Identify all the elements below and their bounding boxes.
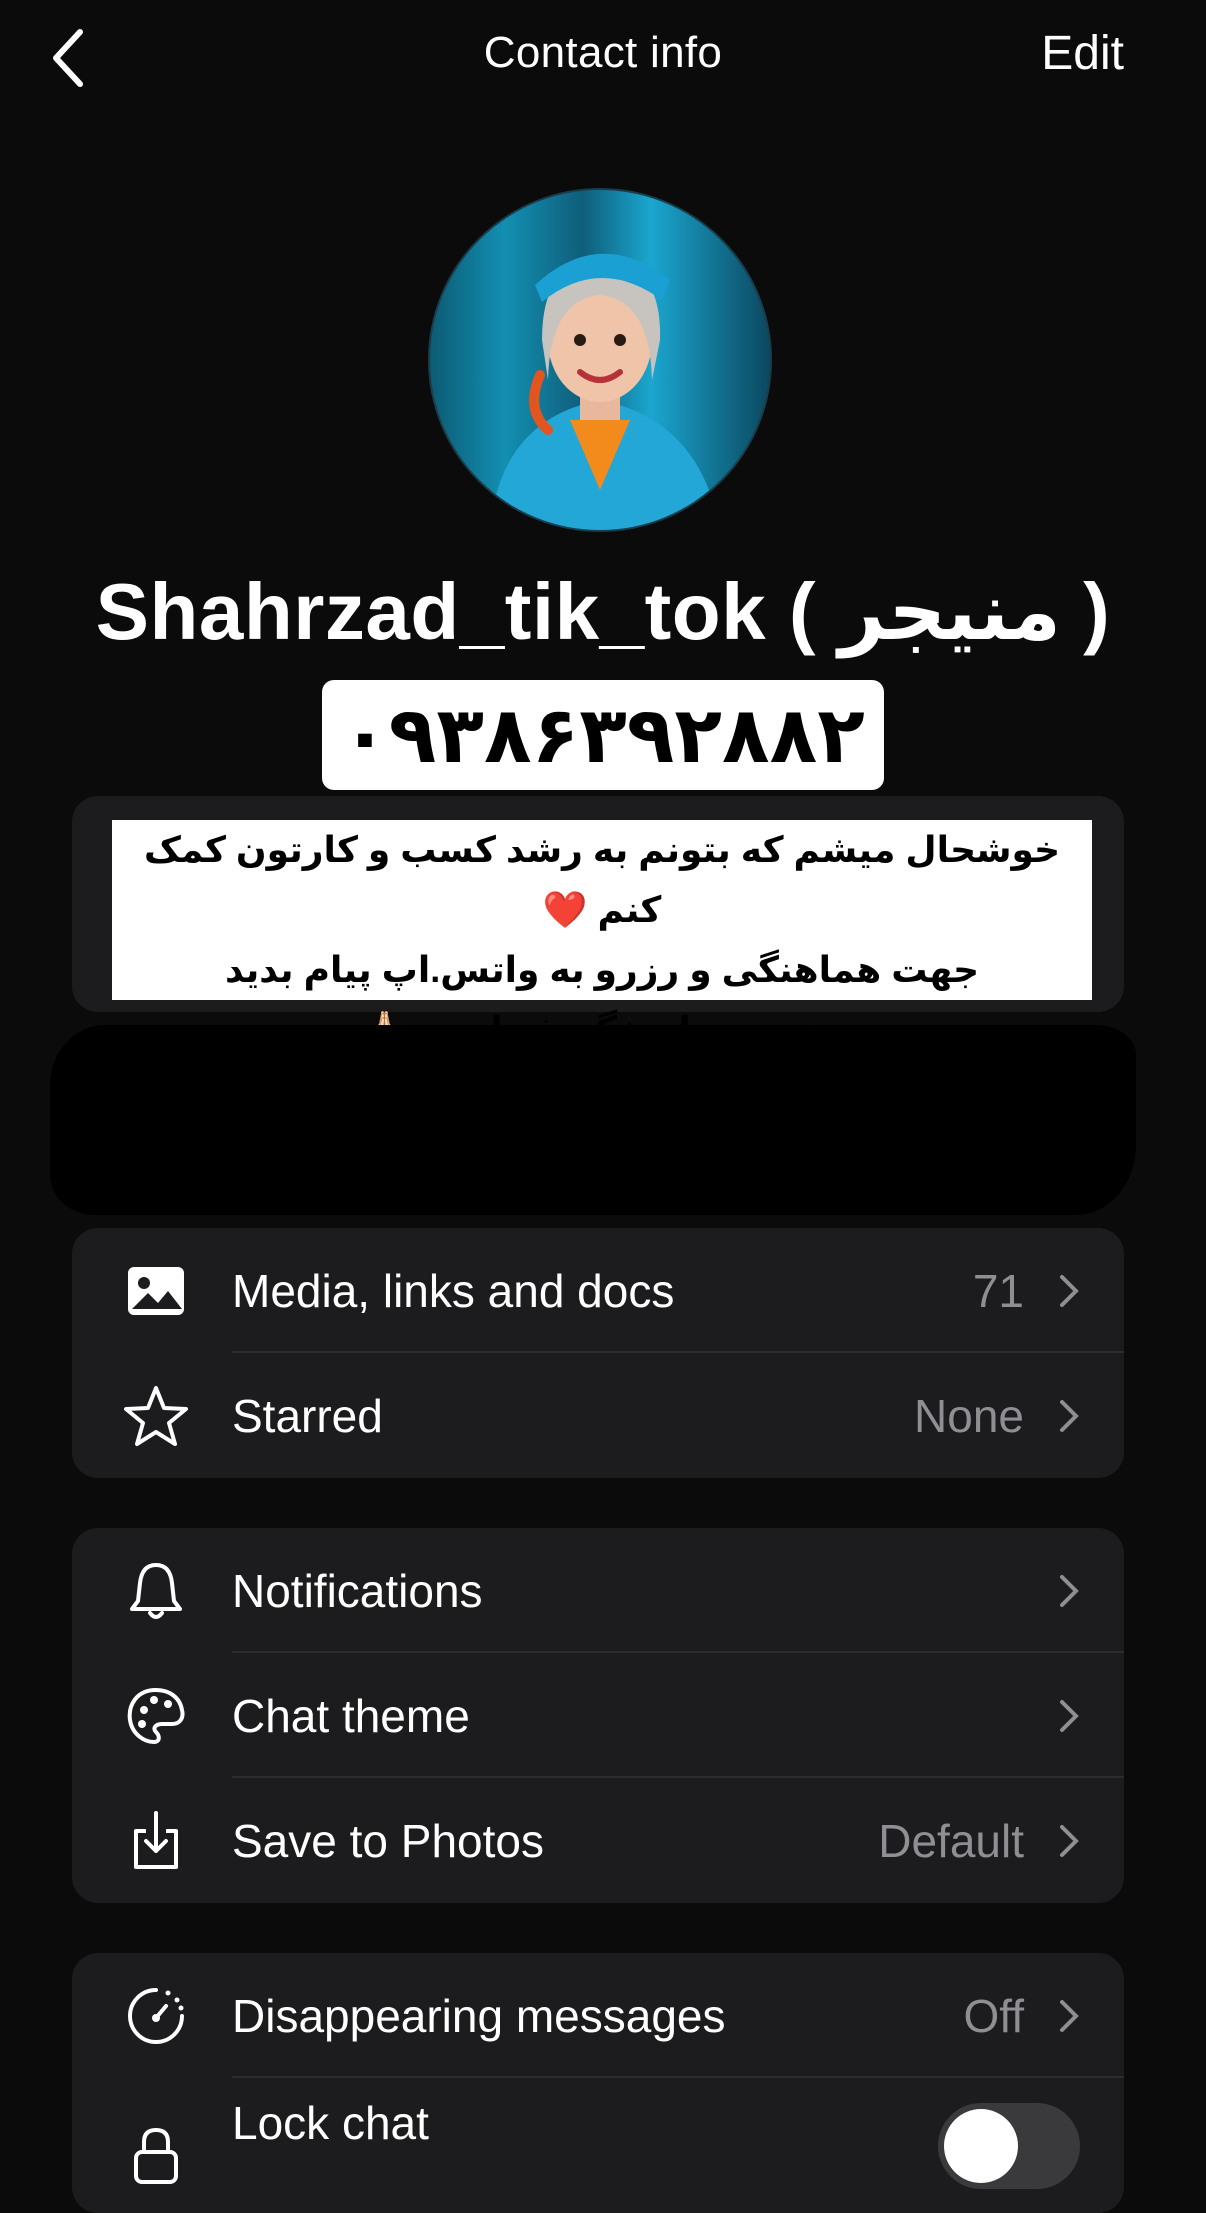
timer-icon bbox=[128, 1987, 184, 2044]
lock-chat-row[interactable]: Lock chat bbox=[72, 2078, 1124, 2203]
settings-section: Notifications Chat theme Save to Photos … bbox=[72, 1528, 1124, 1903]
top-bar: Contact info Edit bbox=[0, 0, 1206, 115]
lock-chat-label: Lock chat bbox=[232, 2097, 429, 2149]
about-text: خوشحال میشم که بتونم به رشد کسب و کارتون… bbox=[112, 820, 1092, 1050]
about-line: جهت هماهنگی و رزرو به واتس.اپ پیام بدید bbox=[224, 949, 980, 990]
toggle-knob bbox=[944, 2109, 1018, 2183]
disappearing-value: Off bbox=[963, 1989, 1024, 2042]
chevron-right-icon bbox=[1060, 1999, 1079, 2032]
chevron-right-icon bbox=[1060, 1274, 1079, 1307]
save-photos-value: Default bbox=[878, 1814, 1024, 1867]
save-photos-label: Save to Photos bbox=[232, 1814, 544, 1867]
starred-row[interactable]: Starred None bbox=[72, 1353, 1124, 1478]
disappearing-messages-row[interactable]: Disappearing messages Off bbox=[72, 1953, 1124, 2078]
chevron-right-icon bbox=[1060, 1824, 1079, 1857]
download-icon bbox=[134, 1810, 178, 1869]
privacy-section: Disappearing messages Off Lock chat bbox=[72, 1953, 1124, 2213]
media-count: 71 bbox=[972, 1264, 1024, 1317]
media-label: Media, links and docs bbox=[232, 1264, 675, 1317]
contact-name: Shahrzad_tik_tok ( منیجر ) bbox=[95, 567, 1111, 656]
media-links-docs-row[interactable]: Media, links and docs 71 bbox=[72, 1228, 1124, 1353]
notifications-label: Notifications bbox=[232, 1564, 483, 1617]
save-to-photos-row[interactable]: Save to Photos Default bbox=[72, 1778, 1124, 1903]
starred-value: None bbox=[914, 1389, 1024, 1442]
avatar[interactable] bbox=[428, 188, 772, 532]
chevron-right-icon bbox=[1060, 1399, 1079, 1432]
phone-banner: ۰۹۳۸۶۳۹۲۸۸۲ bbox=[322, 680, 884, 790]
page-title: Contact info bbox=[483, 28, 723, 77]
chevron-right-icon bbox=[1060, 1574, 1079, 1607]
chat-theme-label: Chat theme bbox=[232, 1689, 470, 1742]
photo-icon bbox=[128, 1266, 184, 1315]
notifications-row[interactable]: Notifications bbox=[72, 1528, 1124, 1653]
chevron-right-icon bbox=[1060, 1699, 1079, 1732]
edit-button[interactable]: Edit bbox=[1041, 26, 1124, 81]
lock-chat-toggle[interactable] bbox=[938, 2103, 1080, 2189]
about-line: خوشحال میشم که بتونم به رشد کسب و کارتون… bbox=[143, 829, 1061, 930]
chat-theme-row[interactable]: Chat theme bbox=[72, 1653, 1124, 1778]
star-icon bbox=[124, 1385, 188, 1446]
palette-icon bbox=[127, 1687, 185, 1744]
avatar-portrait-image bbox=[490, 253, 720, 530]
media-section: Media, links and docs 71 Starred None bbox=[72, 1228, 1124, 1478]
bell-icon bbox=[130, 1562, 182, 1619]
disappearing-label: Disappearing messages bbox=[232, 1989, 726, 2042]
lock-icon bbox=[134, 2127, 178, 2184]
starred-label: Starred bbox=[232, 1389, 383, 1442]
redacted-area bbox=[50, 1025, 1136, 1215]
